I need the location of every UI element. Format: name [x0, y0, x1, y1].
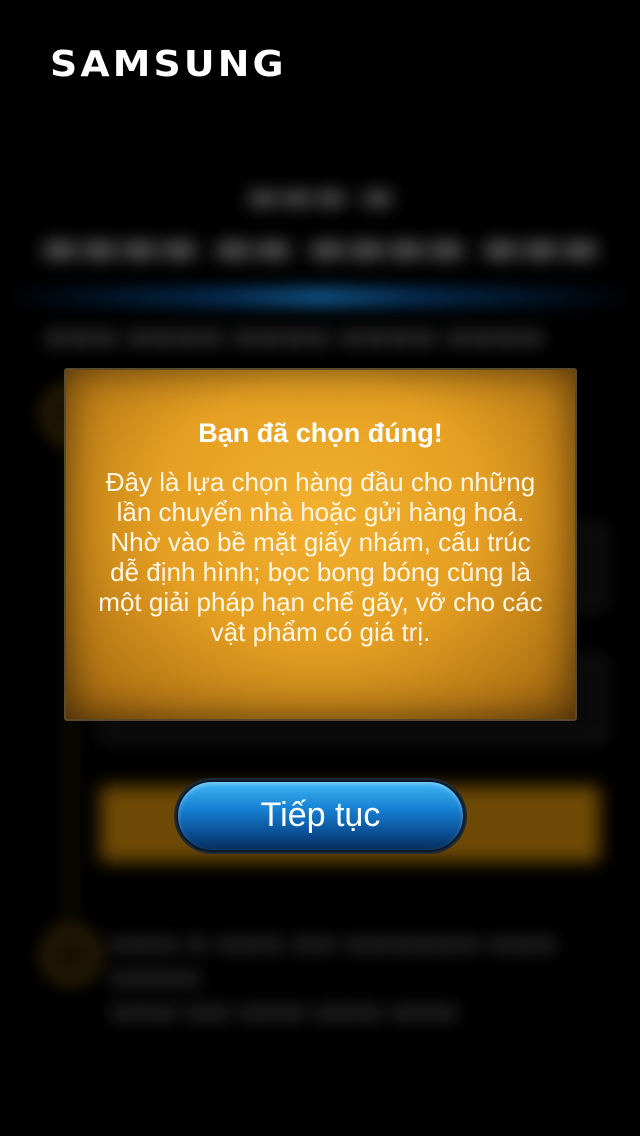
dialog-message: Đây là lựa chọn hàng đầu cho những lần c… — [98, 467, 543, 647]
result-dialog: Bạn đã chọn đúng! Đây là lựa chọn hàng đ… — [64, 368, 577, 721]
app-screen: ▬▬▬ ▬ ▬▬▬▬ ▬▬ ▬▬▬▬ ▬▬▬ ▬▬▬ ▬▬▬▬ ▬▬▬▬ ▬▬▬… — [0, 0, 640, 1136]
blurred-divider-glow — [0, 290, 640, 304]
samsung-logo: SAMSUNG — [50, 44, 287, 85]
blurred-next-step-text: ▬▬▬ ▬ ▬▬▬ ▬▬ ▬▬▬▬▬▬ ▬▬▬ ▬▬▬▬ ▬▬▬ ▬▬ ▬▬▬ ▬… — [110, 929, 557, 1025]
continue-button[interactable]: Tiếp tục — [176, 780, 465, 852]
blurred-step-number: ▬▬▬ ▬ — [245, 176, 395, 217]
blurred-instruction: ▬▬▬ ▬▬▬▬ ▬▬▬▬ ▬▬▬▬ ▬▬▬▬ — [44, 322, 544, 352]
blurred-step-title: ▬▬▬▬ ▬▬ ▬▬▬▬ ▬▬▬ — [40, 222, 600, 271]
dialog-title: Bạn đã chọn đúng! — [198, 418, 443, 448]
blurred-step-circle — [42, 926, 100, 984]
